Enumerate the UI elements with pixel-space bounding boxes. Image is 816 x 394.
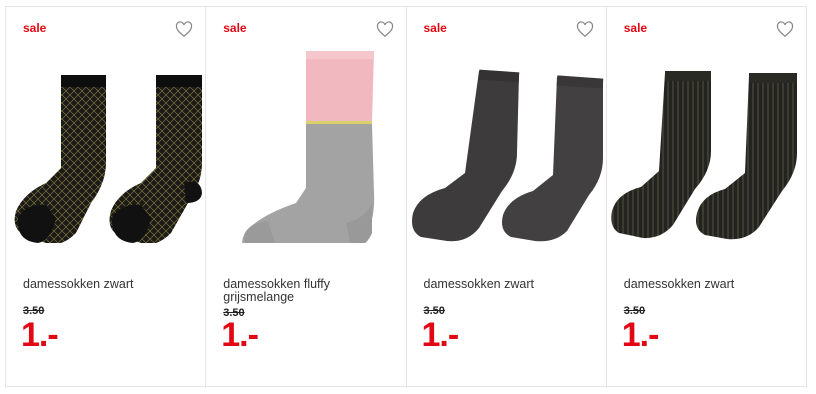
heart-outline-icon[interactable] xyxy=(776,21,794,38)
product-title[interactable]: damessokken zwart xyxy=(23,278,193,291)
product-grid: sale damessokken zwart 3.50 1.- sale dam… xyxy=(5,6,807,388)
product-card[interactable]: sale damessokken zwart 3.50 1.- xyxy=(6,7,207,388)
heart-outline-icon[interactable] xyxy=(576,21,594,38)
sale-price: 1.- xyxy=(21,316,59,354)
sale-badge: sale xyxy=(23,21,47,35)
product-image[interactable] xyxy=(206,43,406,243)
product-image[interactable] xyxy=(407,43,607,243)
product-title[interactable]: damessokken zwart xyxy=(624,278,794,291)
sale-badge: sale xyxy=(623,21,648,35)
sale-badge: sale xyxy=(223,21,247,35)
product-title[interactable]: damessokken fluffy grijsmelange xyxy=(223,278,393,304)
product-image[interactable] xyxy=(6,43,206,243)
product-card[interactable]: sale damessokken zwart 3.50 1.- xyxy=(607,7,807,388)
grid-divider xyxy=(5,386,807,387)
heart-outline-icon[interactable] xyxy=(175,21,193,38)
product-image[interactable] xyxy=(607,43,807,243)
product-title[interactable]: damessokken zwart xyxy=(424,278,594,291)
product-card[interactable]: sale damessokken zwart 3.50 1.- xyxy=(407,7,607,388)
sale-price: 1.- xyxy=(421,316,460,354)
sale-price: 1.- xyxy=(621,316,660,354)
sale-badge: sale xyxy=(423,21,447,35)
product-card[interactable]: sale damessokken fluffy grijsmelange 3.5… xyxy=(206,7,407,388)
heart-outline-icon[interactable] xyxy=(376,21,394,38)
sale-price: 1.- xyxy=(221,316,259,354)
